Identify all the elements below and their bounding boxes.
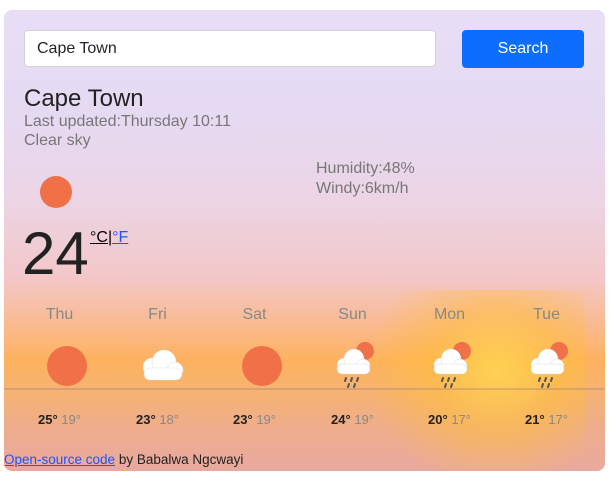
forecast-day: Sun 24° 19°	[304, 306, 401, 427]
forecast-min-temp: 18°	[159, 412, 179, 427]
forecast-temperatures: 24° 19°	[304, 412, 401, 427]
fahrenheit-link[interactable]: °F	[112, 229, 128, 246]
forecast-day: Sat 23° 19°	[206, 306, 303, 427]
last-updated: Last updated:Thursday 10:11	[24, 113, 231, 130]
footer: Open-source code by Babalwa Ngcwayi	[4, 452, 243, 467]
celsius-link[interactable]: °C	[90, 229, 108, 246]
clear-sky-icon	[206, 334, 303, 394]
sun-shape	[242, 346, 282, 386]
forecast-day-name: Mon	[433, 306, 466, 323]
forecast-min-temp: 17°	[548, 412, 568, 427]
forecast-min-temp: 19°	[354, 412, 374, 427]
forecast-temperatures: 23° 19°	[206, 412, 303, 427]
forecast-day: Thu 25° 19°	[11, 306, 108, 427]
forecast-max-temp: 20°	[428, 412, 448, 427]
forecast-min-temp: 17°	[451, 412, 471, 427]
city-name: Cape Town	[24, 85, 144, 112]
wind-speed: Windy:6km/h	[316, 180, 409, 197]
forecast: Thu 25° 19° Fri 23° 18° Sat 23° 19° Sun 24° 19°…	[4, 306, 605, 436]
forecast-max-temp: 21°	[525, 412, 545, 427]
cloud-icon	[109, 334, 206, 394]
forecast-day-name: Thu	[45, 306, 74, 323]
forecast-day: Mon 20° 17°	[401, 306, 498, 427]
clear-sky-icon	[11, 334, 108, 394]
source-code-link[interactable]: Open-source code	[4, 452, 115, 467]
forecast-temperatures: 20° 17°	[401, 412, 498, 427]
current-temperature: 24	[22, 220, 89, 287]
rain-icon	[401, 334, 498, 394]
search-input[interactable]	[24, 30, 436, 67]
weather-app: Search Cape Town Last updated:Thursday 1…	[4, 10, 605, 471]
forecast-day-name: Sat	[242, 306, 267, 323]
humidity: Humidity:48%	[316, 160, 415, 177]
forecast-max-temp: 24°	[331, 412, 351, 427]
sun-shape	[47, 346, 87, 386]
rain-icon	[304, 334, 401, 394]
forecast-min-temp: 19°	[256, 412, 276, 427]
weather-description: Clear sky	[24, 132, 91, 149]
rain-shape	[530, 342, 568, 388]
forecast-day: Tue 21° 17°	[498, 306, 595, 427]
clear-sky-icon	[40, 176, 72, 208]
forecast-max-temp: 23°	[136, 412, 156, 427]
forecast-max-temp: 25°	[38, 412, 58, 427]
search-button[interactable]: Search	[462, 30, 584, 68]
forecast-day-name: Tue	[533, 306, 560, 323]
forecast-temperatures: 25° 19°	[11, 412, 108, 427]
author-credit: by Babalwa Ngcwayi	[118, 452, 244, 467]
forecast-day: Fri 23° 18°	[109, 306, 206, 427]
forecast-day-name: Sun	[338, 306, 367, 323]
unit-toggle: °C|°F	[90, 229, 128, 247]
forecast-temperatures: 23° 18°	[109, 412, 206, 427]
rain-icon	[498, 334, 595, 394]
forecast-day-name: Fri	[148, 306, 167, 323]
forecast-min-temp: 19°	[61, 412, 81, 427]
cloud-shape	[142, 349, 184, 381]
rain-shape	[433, 342, 471, 388]
forecast-temperatures: 21° 17°	[498, 412, 595, 427]
rain-shape	[336, 342, 374, 388]
forecast-max-temp: 23°	[233, 412, 253, 427]
